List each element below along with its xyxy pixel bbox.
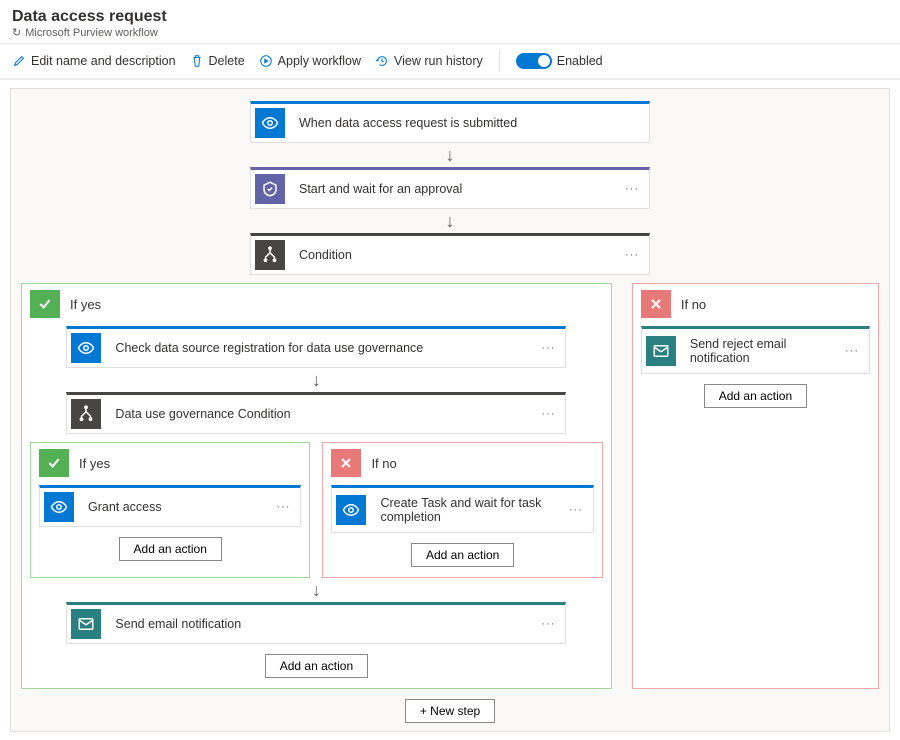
inner-if-yes-branch: If yes Grant access ··· Add an action [30,442,310,578]
step-menu-button[interactable]: ··· [531,618,565,630]
arrow-down-icon: ↓ [446,209,455,233]
step-menu-button[interactable]: ··· [531,342,565,354]
approval-step[interactable]: Start and wait for an approval ··· [250,167,650,209]
if-no-label: If no [681,297,706,312]
eye-icon [44,492,74,522]
send-reject-email-label: Send reject email notification [690,329,825,373]
toolbar-separator [499,50,500,72]
governance-condition-step[interactable]: Data use governance Condition ··· [66,392,566,434]
refresh-icon [12,26,21,39]
arrow-down-icon: ↓ [312,578,321,602]
add-action-button[interactable]: Add an action [411,543,514,567]
governance-condition-label: Data use governance Condition [115,399,521,429]
inner-if-yes-label: If yes [79,456,110,471]
eye-icon [71,333,101,363]
view-history-button[interactable]: View run history [375,54,483,68]
apply-workflow-button[interactable]: Apply workflow [259,54,361,68]
if-no-branch: If no Send reject email notification ···… [632,283,879,689]
send-email-step[interactable]: Send email notification ··· [66,602,566,644]
approval-icon [255,174,285,204]
send-email-label: Send email notification [115,609,521,639]
subtitle-text: Microsoft Purview workflow [25,27,158,39]
toggle-switch-icon [516,53,552,69]
check-registration-step[interactable]: Check data source registration for data … [66,326,566,368]
inner-branches: If yes Grant access ··· Add an action [30,442,603,578]
condition-branches: If yes Check data source registration fo… [21,283,879,689]
enabled-toggle[interactable]: Enabled [516,53,603,69]
create-task-step[interactable]: Create Task and wait for task completion… [331,485,593,533]
page-subtitle: Microsoft Purview workflow [12,26,888,39]
x-icon [331,449,361,477]
new-step-button[interactable]: + New step [405,699,495,723]
add-action-button[interactable]: Add an action [704,384,807,408]
grant-access-step[interactable]: Grant access ··· [39,485,301,527]
trigger-step[interactable]: When data access request is submitted [250,101,650,143]
eye-icon [255,108,285,138]
inner-if-no-label: If no [371,456,396,471]
condition-label: Condition [299,240,605,270]
step-menu-button[interactable]: ··· [615,183,649,195]
workflow-canvas: When data access request is submitted ↓ … [10,88,890,732]
step-menu-button[interactable]: ··· [531,408,565,420]
pencil-icon [12,54,26,68]
send-reject-email-step[interactable]: Send reject email notification ··· [641,326,870,374]
mail-icon [646,336,676,366]
toolbar: Edit name and description Delete Apply w… [0,44,900,80]
step-menu-button[interactable]: ··· [559,504,593,516]
trigger-label: When data access request is submitted [299,108,649,138]
trash-icon [190,54,204,68]
apply-icon [259,54,273,68]
check-icon [39,449,69,477]
x-icon [641,290,671,318]
step-menu-button[interactable]: ··· [266,501,300,513]
history-icon [375,54,389,68]
if-yes-label: If yes [70,297,101,312]
add-action-button[interactable]: Add an action [119,537,222,561]
step-menu-button[interactable]: ··· [615,249,649,261]
check-icon [30,290,60,318]
condition-step[interactable]: Condition ··· [250,233,650,275]
step-menu-button[interactable]: ··· [835,345,869,357]
condition-icon [71,399,101,429]
edit-button[interactable]: Edit name and description [12,54,176,68]
eye-icon [336,495,366,525]
page-title: Data access request [12,8,888,26]
approval-label: Start and wait for an approval [299,174,605,204]
inner-if-no-branch: If no Create Task and wait for task comp… [322,442,602,578]
create-task-label: Create Task and wait for task completion [380,488,548,532]
arrow-down-icon: ↓ [446,143,455,167]
if-yes-branch: If yes Check data source registration fo… [21,283,612,689]
grant-access-label: Grant access [88,492,256,522]
delete-button[interactable]: Delete [190,54,245,68]
arrow-down-icon: ↓ [312,368,321,392]
check-registration-label: Check data source registration for data … [115,333,521,363]
page-header: Data access request Microsoft Purview wo… [0,0,900,44]
condition-icon [255,240,285,270]
add-action-button[interactable]: Add an action [265,654,368,678]
mail-icon [71,609,101,639]
